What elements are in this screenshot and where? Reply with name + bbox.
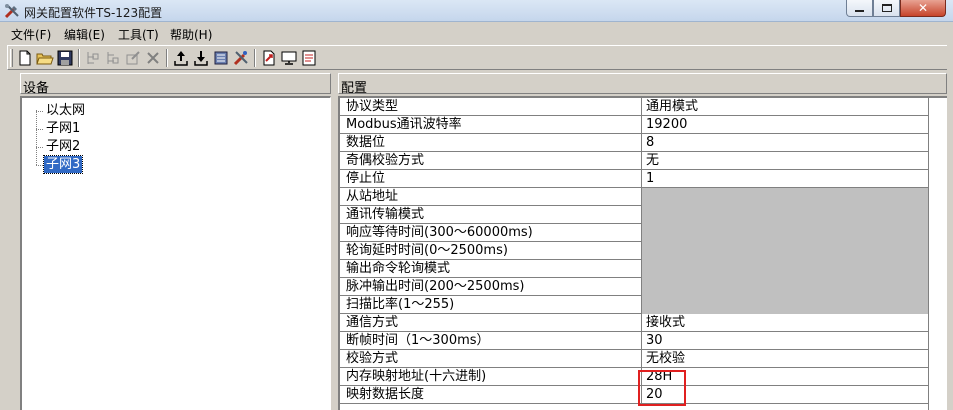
property-row[interactable]: 从站地址 [340,188,930,206]
device-panel: 设备 以太网 子网1 子网2 子网3 [20,73,331,410]
property-name: 断帧时间（1～300ms） [340,332,642,350]
property-value[interactable]: 通用模式 [642,98,928,116]
property-row[interactable]: 内存映射地址(十六进制) 28H [340,368,930,386]
open-folder-icon[interactable] [36,49,54,67]
delete-icon[interactable] [144,49,162,67]
property-name: 协议类型 [340,98,642,116]
menu-help[interactable]: 帮助(H) [170,26,212,43]
device-settings-icon[interactable] [212,49,230,67]
tree-connector [36,111,43,112]
tree-connector [36,147,43,148]
property-value[interactable]: 无 [642,152,928,170]
property-value [642,206,928,224]
tree-item-label: 子网2 [46,139,81,154]
tree-connector [36,165,43,166]
property-name: 通信方式 [340,314,642,332]
property-name: 通讯传输模式 [340,206,642,224]
property-row[interactable]: 映射数据长度 20 [340,386,930,404]
property-row[interactable]: 响应等待时间(300～60000ms) [340,224,930,242]
property-value [642,224,928,242]
tree-item-label: 以太网 [46,103,86,118]
add-child-node-icon[interactable] [104,49,122,67]
download-icon[interactable] [192,49,210,67]
property-value [642,260,928,278]
toolbar-separator [166,49,168,67]
device-tree[interactable]: 以太网 子网1 子网2 子网3 [20,96,331,410]
property-row[interactable]: 断帧时间（1～300ms） 30 [340,332,930,350]
toolbar-grip[interactable] [10,49,13,67]
tree-item-label-selected: 子网3 [42,155,84,174]
config-panel: 配置 协议类型 通用模式 Modbus通讯波特率 19200 数据位 8 奇偶校验方式无停止… [338,73,947,410]
tree-item-label: 子网1 [46,121,81,136]
property-row[interactable]: Modbus通讯波特率 19200 [340,116,930,134]
close-button[interactable]: ✕ [900,0,946,17]
property-name: 从站地址 [340,188,642,206]
export-icon[interactable] [260,49,278,67]
property-name: 内存映射地址(十六进制) [340,368,642,386]
property-name: 校验方式 [340,350,642,368]
device-panel-header: 设备 [20,73,331,96]
menu-bar: 文件(F) 编辑(E) 工具(T) 帮助(H) [0,23,953,43]
tree-connector [36,110,37,165]
property-grid[interactable]: 协议类型 通用模式 Modbus通讯波特率 19200 数据位 8 奇偶校验方式无停止位 1 从… [338,96,947,410]
property-row[interactable]: 数据位 8 [340,134,930,152]
save-icon[interactable] [56,49,74,67]
property-row[interactable]: 扫描比率(1～255) [340,296,930,314]
property-row[interactable]: 脉冲输出时间(200～2500ms) [340,278,930,296]
window-title: 网关配置软件TS-123配置 [24,6,163,20]
property-row[interactable]: 输出命令轮询模式 [340,260,930,278]
property-name: 输出命令轮询模式 [340,260,642,278]
edit-node-icon[interactable] [124,49,142,67]
property-row[interactable]: 奇偶校验方式无 [340,152,930,170]
property-row[interactable]: 校验方式 无校验 [340,350,930,368]
menu-file[interactable]: 文件(F) [11,26,51,43]
menu-edit[interactable]: 编辑(E) [64,26,105,43]
property-name: 轮询延时时间(0～2500ms) [340,242,642,260]
property-value[interactable]: 无校验 [642,350,928,368]
property-value [642,296,928,314]
maximize-button[interactable] [873,0,900,17]
title-bar[interactable]: 网关配置软件TS-123配置 ✕ [0,0,953,22]
property-value[interactable]: 1 [642,170,928,188]
new-file-icon[interactable] [16,49,34,67]
close-icon: ✕ [917,1,929,15]
tools-icon [4,3,20,19]
property-row[interactable]: 通信方式 接收式 [340,314,930,332]
toolbar [7,45,947,70]
minimize-icon [855,10,864,12]
property-value [642,278,928,296]
maximize-icon [881,4,892,12]
toolbar-separator [78,49,80,67]
toolbar-separator [254,49,256,67]
tree-connector [36,129,43,130]
upload-icon[interactable] [172,49,190,67]
property-name: 响应等待时间(300～60000ms) [340,224,642,242]
property-name: 停止位 [340,170,642,188]
property-name: 数据位 [340,134,642,152]
property-value [642,188,928,206]
property-value [642,242,928,260]
property-value[interactable]: 30 [642,332,928,350]
config-panel-header: 配置 [338,73,947,96]
monitor-icon[interactable] [280,49,298,67]
property-name: Modbus通讯波特率 [340,116,642,134]
property-value[interactable]: 8 [642,134,928,152]
property-row[interactable]: 停止位 1 [340,170,930,188]
annotation-highlight-box [638,370,686,406]
property-name: 扫描比率(1～255) [340,296,642,314]
property-name: 映射数据长度 [340,386,642,404]
minimize-button[interactable] [846,0,873,17]
property-row[interactable]: 协议类型 通用模式 [340,98,930,116]
property-value[interactable]: 接收式 [642,314,928,332]
property-row[interactable]: 轮询延时时间(0～2500ms) [340,242,930,260]
add-node-icon[interactable] [84,49,102,67]
property-row[interactable]: 通讯传输模式 [340,206,930,224]
menu-tools[interactable]: 工具(T) [118,26,159,43]
log-icon[interactable] [300,49,318,67]
property-name: 奇偶校验方式 [340,152,642,170]
tools-icon[interactable] [232,49,250,67]
property-name: 脉冲输出时间(200～2500ms) [340,278,642,296]
property-value[interactable]: 19200 [642,116,928,134]
